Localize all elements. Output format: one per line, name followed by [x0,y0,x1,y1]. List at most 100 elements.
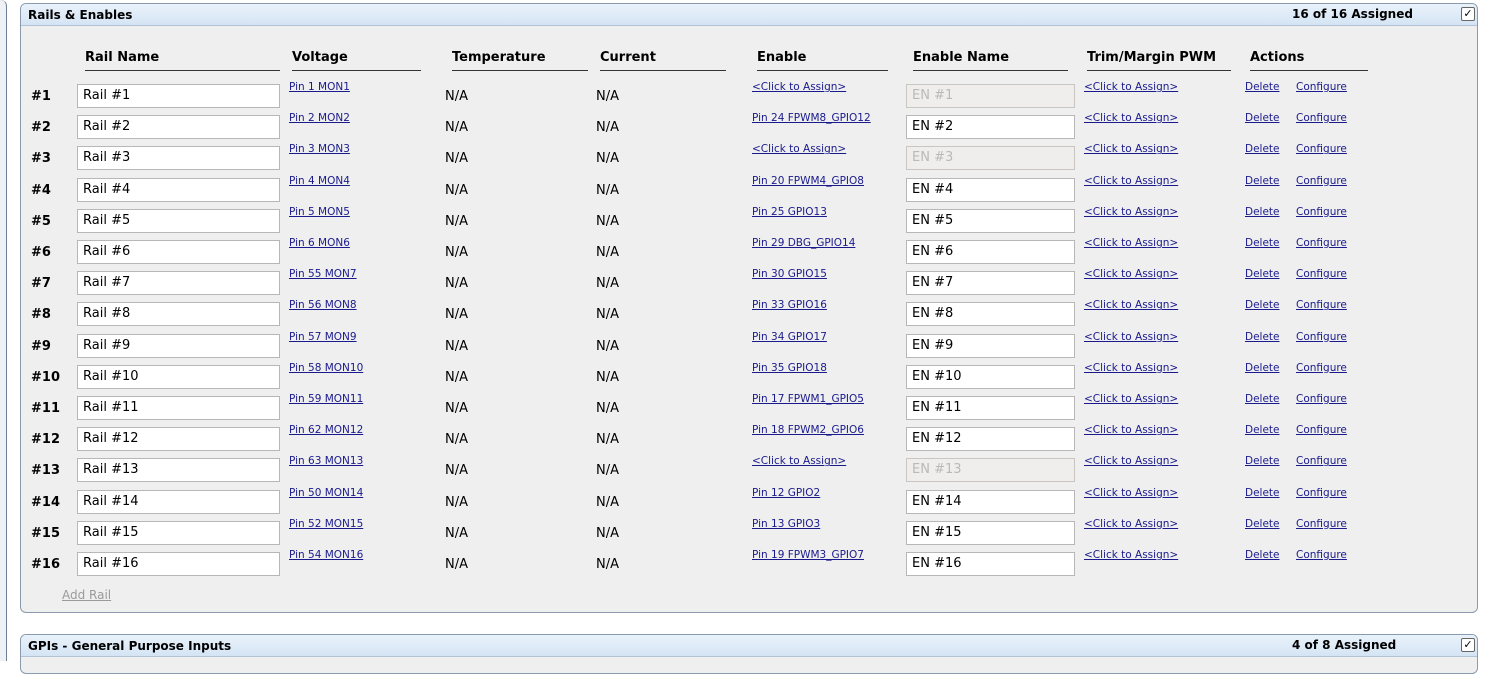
trim-assign-link[interactable]: <Click to Assign> [1084,175,1178,187]
rail-name-input[interactable]: Rail #14 [77,489,280,514]
enable-pin-link[interactable]: <Click to Assign> [752,455,846,467]
voltage-pin-link[interactable]: Pin 1 MON1 [289,81,350,93]
configure-link[interactable]: Configure [1296,237,1347,249]
trim-assign-link[interactable]: <Click to Assign> [1084,455,1178,467]
trim-assign-link[interactable]: <Click to Assign> [1084,112,1178,124]
rail-name-input[interactable]: Rail #1 [77,84,280,108]
trim-assign-link[interactable]: <Click to Assign> [1084,206,1178,218]
enable-pin-link[interactable]: Pin 35 GPIO18 [752,362,827,374]
trim-assign-link[interactable]: <Click to Assign> [1084,331,1178,343]
enable-pin-link[interactable]: Pin 33 GPIO16 [752,299,827,311]
voltage-pin-link[interactable]: Pin 58 MON10 [289,362,363,374]
delete-link[interactable]: Delete [1245,237,1280,249]
delete-link[interactable]: Delete [1245,424,1280,436]
delete-link[interactable]: Delete [1245,362,1280,374]
enable-pin-link[interactable]: Pin 20 FPWM4_GPIO8 [752,175,864,187]
enable-name-input[interactable]: EN #6 [906,240,1075,264]
configure-link[interactable]: Configure [1296,362,1347,374]
delete-link[interactable]: Delete [1245,175,1280,187]
delete-link[interactable]: Delete [1245,206,1280,218]
configure-link[interactable]: Configure [1296,143,1347,155]
delete-link[interactable]: Delete [1245,518,1280,530]
voltage-pin-link[interactable]: Pin 62 MON12 [289,424,363,436]
rail-name-input[interactable]: Rail #16 [77,552,280,576]
enable-pin-link[interactable]: Pin 24 FPWM8_GPIO12 [752,112,871,124]
enable-name-input[interactable]: EN #2 [906,115,1075,140]
configure-link[interactable]: Configure [1296,393,1347,405]
add-rail-link[interactable]: Add Rail [62,588,111,602]
rail-name-input[interactable]: Rail #13 [77,458,280,483]
rail-name-input[interactable]: Rail #11 [77,396,280,420]
rail-name-input[interactable]: Rail #6 [77,240,280,264]
configure-link[interactable]: Configure [1296,268,1347,280]
enable-pin-link[interactable]: Pin 18 FPWM2_GPIO6 [752,424,864,436]
enable-pin-link[interactable]: Pin 25 GPIO13 [752,206,827,218]
enable-pin-link[interactable]: Pin 12 GPIO2 [752,487,820,499]
configure-link[interactable]: Configure [1296,487,1347,499]
rail-name-input[interactable]: Rail #15 [77,520,280,545]
trim-assign-link[interactable]: <Click to Assign> [1084,268,1178,280]
enable-name-input[interactable]: EN #12 [906,427,1075,452]
configure-link[interactable]: Configure [1296,424,1347,436]
delete-link[interactable]: Delete [1245,331,1280,343]
delete-link[interactable]: Delete [1245,268,1280,280]
configure-link[interactable]: Configure [1296,331,1347,343]
trim-assign-link[interactable]: <Click to Assign> [1084,393,1178,405]
configure-link[interactable]: Configure [1296,81,1347,93]
delete-link[interactable]: Delete [1245,393,1280,405]
voltage-pin-link[interactable]: Pin 57 MON9 [289,331,357,343]
rail-name-input[interactable]: Rail #3 [77,146,280,171]
voltage-pin-link[interactable]: Pin 6 MON6 [289,237,350,249]
voltage-pin-link[interactable]: Pin 50 MON14 [289,487,363,499]
voltage-pin-link[interactable]: Pin 3 MON3 [289,143,350,155]
panel-checkbox[interactable]: ✓ [1461,638,1475,652]
enable-name-input[interactable]: EN #4 [906,177,1075,202]
delete-link[interactable]: Delete [1245,299,1280,311]
voltage-pin-link[interactable]: Pin 52 MON15 [289,518,363,530]
enable-name-input[interactable]: EN #9 [906,333,1075,358]
trim-assign-link[interactable]: <Click to Assign> [1084,81,1178,93]
configure-link[interactable]: Configure [1296,299,1347,311]
delete-link[interactable]: Delete [1245,549,1280,561]
voltage-pin-link[interactable]: Pin 59 MON11 [289,393,363,405]
rail-name-input[interactable]: Rail #7 [77,271,280,296]
configure-link[interactable]: Configure [1296,549,1347,561]
enable-name-input[interactable]: EN #16 [906,552,1075,576]
voltage-pin-link[interactable]: Pin 56 MON8 [289,299,357,311]
rail-name-input[interactable]: Rail #4 [77,177,280,202]
trim-assign-link[interactable]: <Click to Assign> [1084,143,1178,155]
rail-name-input[interactable]: Rail #9 [77,333,280,358]
delete-link[interactable]: Delete [1245,455,1280,467]
enable-pin-link[interactable]: Pin 19 FPWM3_GPIO7 [752,549,864,561]
trim-assign-link[interactable]: <Click to Assign> [1084,518,1178,530]
enable-name-input[interactable]: EN #7 [906,271,1075,296]
trim-assign-link[interactable]: <Click to Assign> [1084,237,1178,249]
configure-link[interactable]: Configure [1296,518,1347,530]
rail-name-input[interactable]: Rail #12 [77,427,280,452]
enable-pin-link[interactable]: Pin 29 DBG_GPIO14 [752,237,855,249]
delete-link[interactable]: Delete [1245,143,1280,155]
enable-name-input[interactable]: EN #11 [906,396,1075,420]
voltage-pin-link[interactable]: Pin 5 MON5 [289,206,350,218]
delete-link[interactable]: Delete [1245,487,1280,499]
rail-name-input[interactable]: Rail #2 [77,115,280,140]
delete-link[interactable]: Delete [1245,81,1280,93]
trim-assign-link[interactable]: <Click to Assign> [1084,299,1178,311]
enable-name-input[interactable]: EN #10 [906,364,1075,389]
rail-name-input[interactable]: Rail #5 [77,208,280,233]
configure-link[interactable]: Configure [1296,112,1347,124]
enable-pin-link[interactable]: <Click to Assign> [752,143,846,155]
panel-checkbox[interactable]: ✓ [1461,7,1475,21]
enable-name-input[interactable]: EN #15 [906,520,1075,545]
voltage-pin-link[interactable]: Pin 54 MON16 [289,549,363,561]
voltage-pin-link[interactable]: Pin 4 MON4 [289,175,350,187]
enable-pin-link[interactable]: Pin 34 GPIO17 [752,331,827,343]
delete-link[interactable]: Delete [1245,112,1280,124]
trim-assign-link[interactable]: <Click to Assign> [1084,549,1178,561]
enable-pin-link[interactable]: Pin 17 FPWM1_GPIO5 [752,393,864,405]
voltage-pin-link[interactable]: Pin 55 MON7 [289,268,357,280]
enable-pin-link[interactable]: Pin 30 GPIO15 [752,268,827,280]
rail-name-input[interactable]: Rail #10 [77,364,280,389]
enable-pin-link[interactable]: Pin 13 GPIO3 [752,518,820,530]
configure-link[interactable]: Configure [1296,206,1347,218]
